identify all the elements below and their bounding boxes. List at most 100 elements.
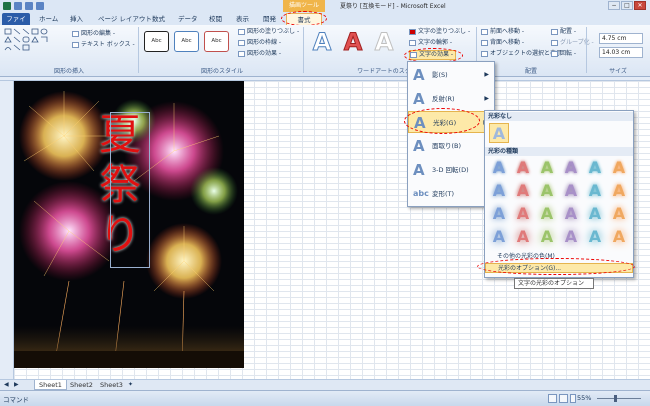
align-icon — [551, 28, 558, 35]
glow-variation[interactable]: A — [513, 158, 533, 178]
tab-review[interactable]: 校閲 — [207, 13, 224, 25]
close-button[interactable]: ✕ — [634, 1, 646, 10]
text-outline-button[interactable]: 文字の輪郭 - — [409, 39, 452, 47]
annotation-ellipse-format-tab — [281, 11, 327, 26]
save-icon[interactable] — [14, 2, 22, 10]
row-headers — [0, 81, 14, 379]
page-break-view-icon[interactable] — [570, 394, 576, 403]
menu-item-transform[interactable]: abc変形(T)▶ — [408, 183, 494, 205]
text-fill-icon — [409, 28, 416, 35]
zoom-slider[interactable] — [597, 398, 641, 399]
insert-sheet-icon[interactable]: ✦ — [128, 381, 133, 388]
shape-width-input[interactable]: 14.03 cm — [599, 47, 643, 58]
transform-icon: abc — [413, 189, 429, 198]
glow-variation[interactable]: A — [513, 227, 533, 247]
tab-view[interactable]: 表示 — [234, 13, 251, 25]
title-bar: 描画ツール 夏祭り [互換モード] - Microsoft Excel − □ … — [0, 0, 650, 12]
sheet-tab-sheet1[interactable]: Sheet1 — [34, 380, 67, 390]
window-title: 夏祭り [互換モード] - Microsoft Excel — [340, 3, 446, 10]
tab-data[interactable]: データ — [176, 13, 200, 25]
glow-variation[interactable]: A — [513, 204, 533, 224]
glow-variation[interactable]: A — [609, 181, 629, 201]
bring-forward-icon — [481, 28, 488, 35]
glow-variation[interactable]: A — [585, 227, 605, 247]
status-bar: コマンド 55% — [0, 390, 650, 406]
shape-style-preset-3[interactable]: Abc — [204, 31, 229, 52]
glow-variation[interactable]: A — [609, 158, 629, 178]
sheet-tab-sheet3[interactable]: Sheet3 — [96, 380, 127, 390]
glow-variation[interactable]: A — [537, 204, 557, 224]
glow-variation[interactable]: A — [489, 181, 509, 201]
glow-variation[interactable]: A — [537, 227, 557, 247]
glow-variation[interactable]: A — [561, 181, 581, 201]
text-effects-menu: A影(S)▶ A反射(R)▶ A光彩(G)▶ A面取り(B)▶ A3-D 回転(… — [407, 61, 495, 207]
menu-item-bevel[interactable]: A面取り(B)▶ — [408, 135, 494, 157]
zoom-level[interactable]: 55% — [577, 394, 591, 402]
glow-submenu: 光彩なし A 光彩の種類 A A A A A A A A A A A A A A… — [484, 110, 634, 278]
group-button[interactable]: グループ化 - — [551, 39, 594, 47]
align-button[interactable]: 配置 - — [551, 28, 576, 36]
excel-app-icon — [3, 2, 11, 10]
group-label-shape-styles: 図形のスタイル — [200, 68, 243, 75]
reflection-icon: A — [413, 90, 425, 108]
group-label-size: サイズ — [609, 68, 627, 75]
shape-height-input[interactable]: 4.75 cm — [599, 33, 643, 44]
redo-icon[interactable] — [36, 2, 44, 10]
tab-insert[interactable]: 挿入 — [68, 13, 85, 25]
glow-variation[interactable]: A — [489, 204, 509, 224]
tab-developer[interactable]: 開発 — [261, 13, 278, 25]
tab-page-layout[interactable]: ページ レイアウト — [96, 13, 154, 25]
glow-variation[interactable]: A — [561, 227, 581, 247]
shape-gallery[interactable] — [4, 28, 66, 58]
bring-forward-button[interactable]: 前面へ移動 - — [481, 28, 524, 36]
maximize-button[interactable]: □ — [621, 1, 633, 10]
tab-file[interactable]: ファイル — [2, 13, 30, 35]
no-glow-option[interactable]: A — [489, 123, 509, 143]
sheet-nav-first-icon[interactable]: ◀ — [4, 381, 9, 388]
minimize-button[interactable]: − — [608, 1, 620, 10]
submenu-arrow-icon: ▶ — [484, 71, 489, 78]
glow-variation[interactable]: A — [585, 204, 605, 224]
bevel-icon: A — [413, 137, 425, 155]
selection-pane-button[interactable]: オブジェクトの選択と表示 — [481, 50, 562, 58]
glow-variation[interactable]: A — [561, 158, 581, 178]
glow-variation[interactable]: A — [585, 158, 605, 178]
wordart-style-blue-outline[interactable]: A — [308, 29, 336, 56]
send-backward-button[interactable]: 背面へ移動 - — [481, 39, 524, 47]
tab-home[interactable]: ホーム — [37, 13, 60, 25]
glow-variation[interactable]: A — [537, 158, 557, 178]
edit-shape-button[interactable]: 図形の編集 - — [72, 30, 115, 38]
menu-item-3d-rotation[interactable]: A3-D 回転(D)▶ — [408, 159, 494, 181]
sheet-nav-next-icon[interactable]: ▶ — [14, 381, 19, 388]
rotate-button[interactable]: 回転 - — [551, 50, 576, 58]
undo-icon[interactable] — [25, 2, 33, 10]
glow-variation[interactable]: A — [609, 227, 629, 247]
group-separator — [303, 27, 304, 73]
glow-variation[interactable]: A — [561, 204, 581, 224]
shape-style-preset-2[interactable]: Abc — [174, 31, 199, 52]
zoom-slider-handle[interactable] — [614, 395, 617, 402]
text-fill-button[interactable]: 文字の塗りつぶし - — [409, 28, 470, 36]
glow-variation[interactable]: A — [513, 181, 533, 201]
glow-variation[interactable]: A — [489, 227, 509, 247]
glow-variation[interactable]: A — [489, 158, 509, 178]
page-layout-view-icon[interactable] — [559, 394, 568, 403]
text-box-button[interactable]: テキスト ボックス - — [72, 41, 135, 49]
text-box-icon — [72, 41, 79, 48]
wordart-style-red[interactable]: A — [339, 29, 367, 56]
shape-effects-button[interactable]: 図形の効果 - — [238, 50, 281, 58]
group-icon — [551, 39, 558, 46]
menu-item-shadow[interactable]: A 影(S) ▶ — [408, 64, 494, 86]
tab-formulas[interactable]: 数式 — [150, 13, 167, 25]
glow-variation[interactable]: A — [537, 181, 557, 201]
shape-fill-button[interactable]: 図形の塗りつぶし - — [238, 28, 299, 36]
shape-outline-button[interactable]: 図形の枠線 - — [238, 39, 281, 47]
menu-item-reflection[interactable]: A 反射(R) ▶ — [408, 88, 494, 110]
wordart-selection-frame[interactable] — [110, 112, 150, 268]
glow-variation[interactable]: A — [585, 181, 605, 201]
wordart-style-white[interactable]: A — [370, 29, 398, 56]
sheet-tab-sheet2[interactable]: Sheet2 — [66, 380, 97, 390]
normal-view-icon[interactable] — [548, 394, 557, 403]
glow-variation[interactable]: A — [609, 204, 629, 224]
shape-style-preset-1[interactable]: Abc — [144, 31, 169, 52]
